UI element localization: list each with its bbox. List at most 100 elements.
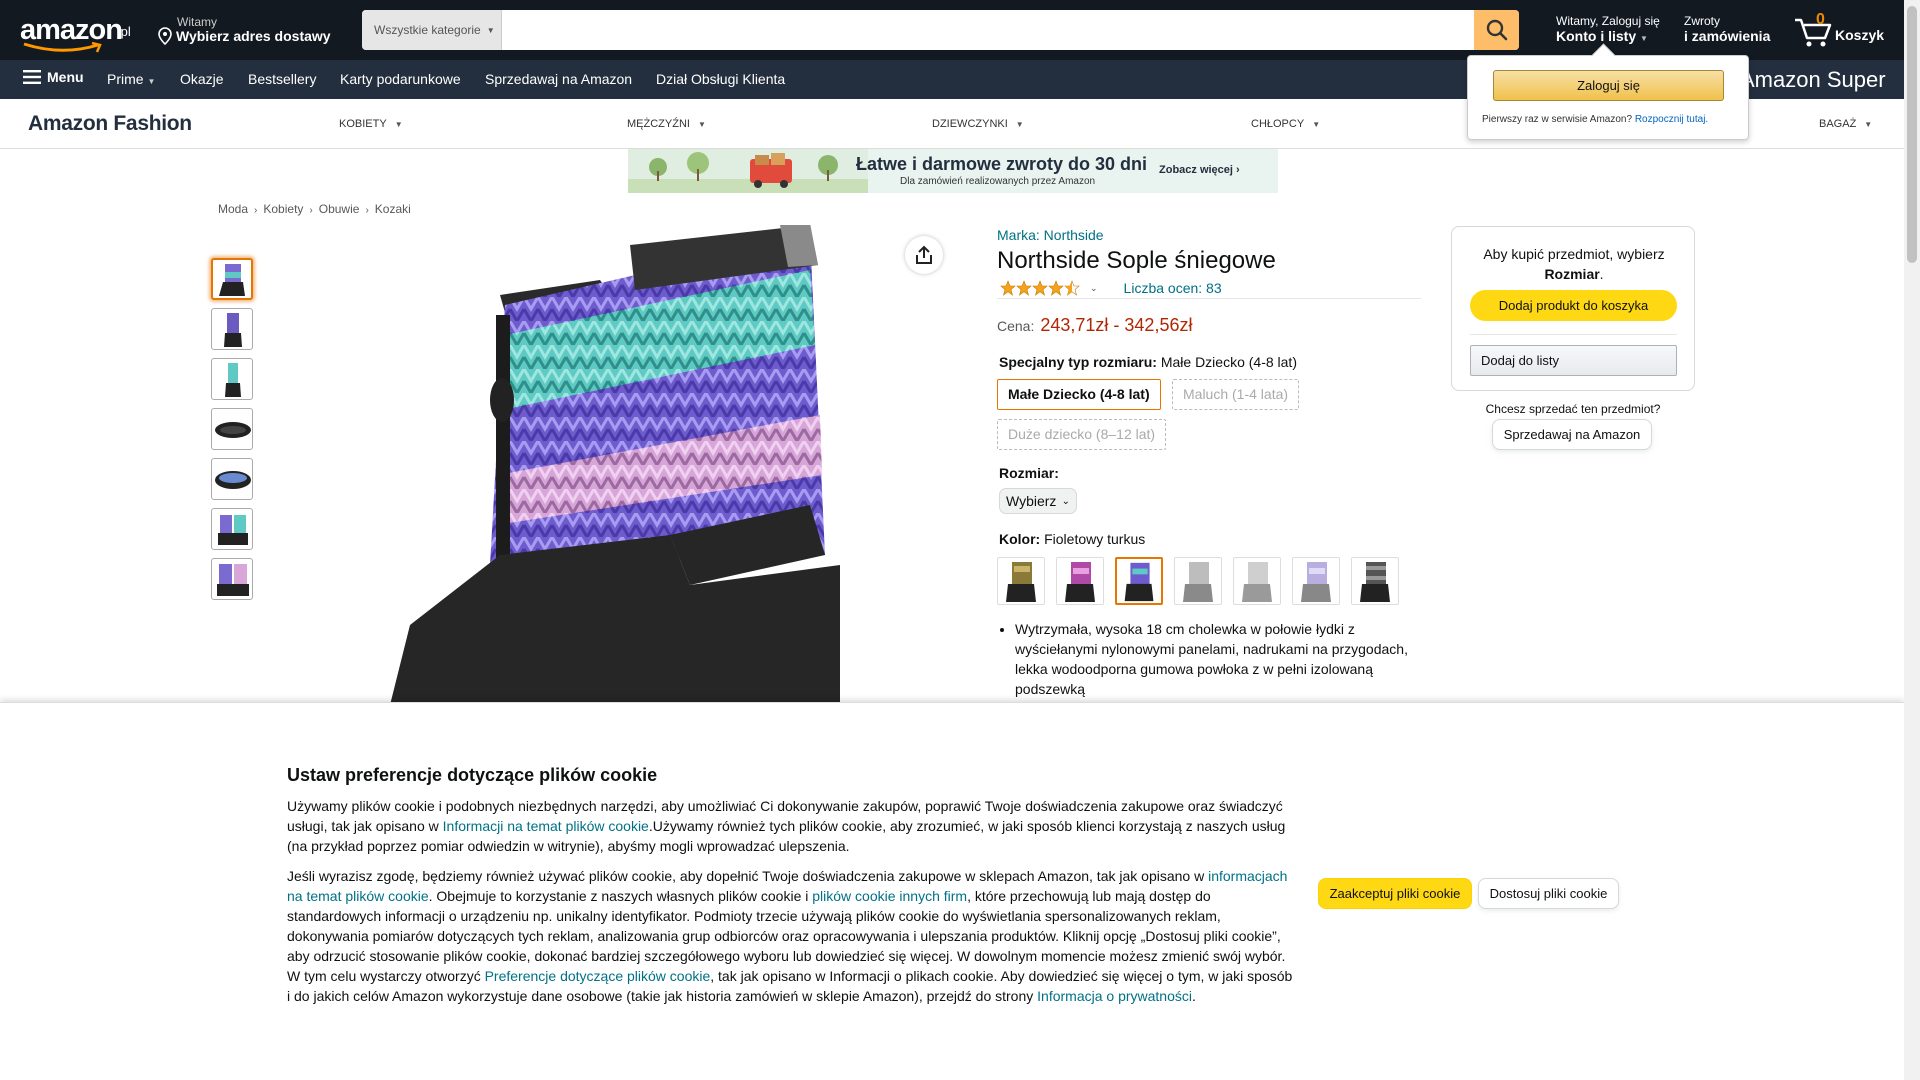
size-label: Rozmiar: xyxy=(999,465,1059,481)
privacy-notice-link[interactable]: Informacja o prywatności xyxy=(1037,988,1192,1004)
rating-summary[interactable]: ⌄ Liczba ocen: 83 xyxy=(1000,280,1222,296)
cookie-title: Ustaw preferencje dotyczące plików cooki… xyxy=(287,765,658,785)
fashion-cat-girls[interactable]: DZIEWCZYNKI ▼ xyxy=(932,118,1024,130)
search-bar: Wszystkie kategorie ▼ xyxy=(362,10,1519,50)
nav-item-deals[interactable]: Okazje xyxy=(180,71,224,87)
chevron-down-icon: ▼ xyxy=(697,120,706,129)
share-icon xyxy=(916,245,932,264)
color-key: Kolor: xyxy=(999,531,1041,547)
location-pin-icon xyxy=(158,27,172,45)
search-button[interactable] xyxy=(1474,10,1519,50)
amazon-logo[interactable]: amazon .pl xyxy=(20,14,138,53)
color-swatch[interactable] xyxy=(1174,557,1222,605)
menu-button[interactable]: Menu xyxy=(23,69,84,85)
search-category-label: Wszystkie kategorie xyxy=(374,23,481,37)
color-swatch[interactable] xyxy=(1292,557,1340,605)
divider xyxy=(1470,334,1677,335)
size-type-option[interactable]: Maluch (1-4 lata) xyxy=(1172,379,1300,410)
orders-label: i zamówienia xyxy=(1684,28,1771,44)
cookie-info-link[interactable]: Informacji na temat plików cookie xyxy=(443,818,649,834)
account-greeting: Witamy, Zaloguj się xyxy=(1556,14,1660,28)
page-scrollbar[interactable] xyxy=(1904,0,1920,1080)
logo-tld: .pl xyxy=(117,24,131,39)
customize-cookies-button[interactable]: Dostosuj pliki cookie xyxy=(1478,878,1619,909)
size-type-option[interactable]: Małe Dziecko (4-8 lat) xyxy=(997,379,1161,410)
fashion-cat-label: MĘŻCZYŹNI xyxy=(627,118,690,130)
chevron-down-icon: ⌄ xyxy=(1061,495,1070,507)
chevron-down-icon: ▼ xyxy=(394,120,403,129)
fashion-cat-men[interactable]: MĘŻCZYŹNI ▼ xyxy=(627,118,706,130)
fashion-cat-label: DZIEWCZYNKI xyxy=(932,118,1008,130)
nav-item-sell[interactable]: Sprzedawaj na Amazon xyxy=(485,71,632,87)
sell-on-amazon-button[interactable]: Sprzedawaj na Amazon xyxy=(1492,419,1652,450)
color-swatch[interactable] xyxy=(1056,557,1104,605)
size-type-option[interactable]: Duże dziecko (8–12 lat) xyxy=(997,419,1167,450)
product-thumbnail[interactable] xyxy=(211,308,253,350)
deliver-greeting: Witamy xyxy=(177,15,217,29)
breadcrumb-item[interactable]: Kozaki xyxy=(375,202,411,216)
price-block: Cena: 243,71zł - 342,56zł xyxy=(997,315,1192,336)
brand-link[interactable]: Marka: Northside xyxy=(997,227,1104,243)
chevron-right-icon: › xyxy=(254,205,258,216)
nav-item-prime[interactable]: Prime ▼ xyxy=(107,71,155,87)
product-thumbnail[interactable] xyxy=(211,458,253,500)
third-party-cookies-link[interactable]: plików cookie innych firm xyxy=(812,888,967,904)
returns-orders[interactable]: Zwroty i zamówienia xyxy=(1684,14,1770,44)
new-customer-text: Pierwszy raz w serwisie Amazon? Rozpoczn… xyxy=(1482,114,1708,125)
signin-flyout: Zaloguj się Pierwszy raz w serwisie Amaz… xyxy=(1467,55,1749,140)
breadcrumb-item[interactable]: Moda xyxy=(218,202,248,216)
color-swatch[interactable] xyxy=(1233,557,1281,605)
fashion-cat-luggage[interactable]: BAGAŻ ▼ xyxy=(1819,118,1872,130)
color-value: Fioletowy turkus xyxy=(1044,531,1146,547)
breadcrumb-item[interactable]: Kobiety xyxy=(263,202,303,216)
color-swatch[interactable] xyxy=(997,557,1045,605)
color-swatch[interactable] xyxy=(1351,557,1399,605)
search-input[interactable] xyxy=(502,10,1474,50)
scrollbar-thumb[interactable] xyxy=(1907,6,1917,263)
nav-item-gift-cards[interactable]: Karty podarunkowe xyxy=(340,71,461,87)
logo-smile-icon xyxy=(23,42,102,53)
chevron-down-icon: ▼ xyxy=(1015,120,1024,129)
nav-item-customer-service[interactable]: Dział Obsługi Klienta xyxy=(656,71,785,87)
share-button[interactable] xyxy=(905,236,943,274)
account-label: Konto i listy xyxy=(1556,28,1637,44)
cookie-text: . xyxy=(1191,988,1196,1004)
add-to-cart-button[interactable]: Dodaj produkt do koszyka xyxy=(1470,290,1677,321)
fashion-cat-women[interactable]: KOBIETY ▼ xyxy=(339,118,403,130)
accept-cookies-button[interactable]: Zaakceptuj pliki cookie xyxy=(1318,878,1472,909)
breadcrumb-item[interactable]: Obuwie xyxy=(319,202,360,216)
cookie-preferences-link[interactable]: Preferencje dotyczące plików cookie xyxy=(485,968,711,984)
product-thumbnail[interactable] xyxy=(211,558,253,600)
banner-more-link[interactable]: Zobacz więcej › xyxy=(1159,164,1240,176)
feature-bullets: Wytrzymała, wysoka 18 cm cholewka w poło… xyxy=(1015,619,1425,699)
cart-count: 0 xyxy=(1816,11,1825,28)
color-swatch[interactable] xyxy=(1115,557,1163,605)
top-navbar: amazon .pl Witamy Wybierz adres dostawy … xyxy=(0,0,1904,60)
banner-illustration xyxy=(628,149,868,193)
fashion-cat-label: KOBIETY xyxy=(339,118,387,130)
start-here-link[interactable]: Rozpocznij tutaj. xyxy=(1635,114,1708,125)
cookie-paragraph-2: Jeśli wyrazisz zgodę, będziemy również u… xyxy=(287,866,1297,1006)
account-lists[interactable]: Witamy, Zaloguj się Konto i listy ▼ xyxy=(1556,14,1660,44)
cookie-consent-banner: Ustaw preferencje dotyczące plików cooki… xyxy=(0,702,1904,1080)
breadcrumb: Moda › Kobiety › Obuwie › Kozaki xyxy=(218,202,411,216)
fashion-brand[interactable]: Amazon Fashion xyxy=(28,112,192,136)
buybox-message-end: . xyxy=(1599,266,1604,282)
nav-item-bestsellers[interactable]: Bestsellery xyxy=(248,71,316,87)
signin-button[interactable]: Zaloguj się xyxy=(1493,70,1724,101)
product-thumbnail[interactable] xyxy=(211,508,253,550)
returns-banner[interactable]: Łatwe i darmowe zwroty do 30 dni Dla zam… xyxy=(628,149,1278,193)
fashion-cat-boys[interactable]: CHŁOPCY ▼ xyxy=(1251,118,1320,130)
size-dropdown[interactable]: Wybierz ⌄ xyxy=(999,488,1077,514)
product-thumbnail[interactable] xyxy=(211,358,253,400)
amazon-super-promo[interactable]: Amazon Super xyxy=(1740,67,1886,93)
fashion-cat-label: CHŁOPCY xyxy=(1251,118,1305,130)
product-main-image[interactable] xyxy=(370,223,850,705)
add-to-list-button[interactable]: Dodaj do listy xyxy=(1470,345,1677,376)
cookie-text: . Obejmuje to korzystanie z naszych włas… xyxy=(428,888,813,904)
search-category-select[interactable]: Wszystkie kategorie ▼ xyxy=(362,10,502,50)
rating-count-link[interactable]: Liczba ocen: 83 xyxy=(1124,280,1222,296)
cart-button[interactable]: 0 Koszyk xyxy=(1793,10,1884,50)
product-thumbnail[interactable] xyxy=(211,258,253,300)
product-thumbnail[interactable] xyxy=(211,408,253,450)
